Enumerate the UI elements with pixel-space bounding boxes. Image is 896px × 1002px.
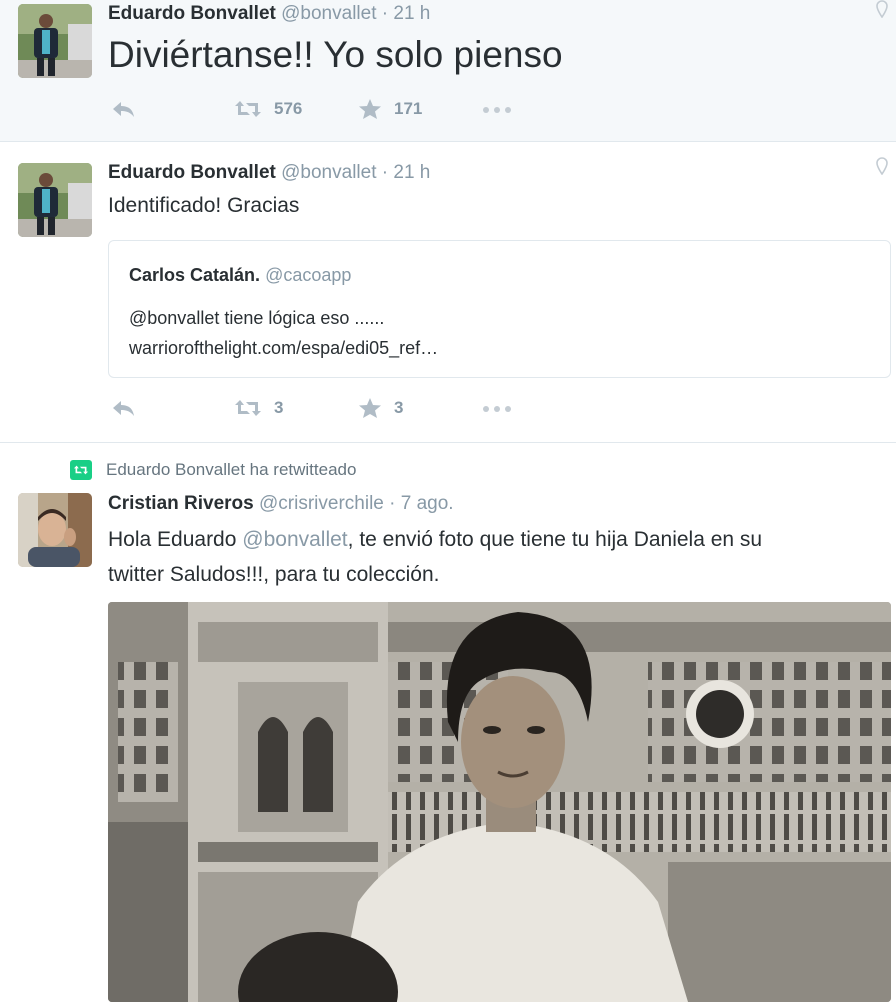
- text-segment: Hola Eduardo: [108, 528, 243, 551]
- quoted-header: Carlos Catalán. @cacoapp: [129, 265, 351, 286]
- retweet-count: 3: [274, 398, 284, 417]
- favorite-button[interactable]: 171: [358, 98, 422, 120]
- timestamp[interactable]: · 7 ago.: [389, 493, 453, 514]
- text-segment: , te envió foto que tiene tu hija Daniel…: [347, 528, 763, 551]
- tweet-text: Hola Eduardo @bonvallet, te envió foto q…: [108, 522, 762, 592]
- more-button[interactable]: [482, 106, 512, 114]
- tweet-2[interactable]: Eduardo Bonvallet @bonvallet · 21 h Iden…: [0, 143, 896, 443]
- tweet-text: Identificado! Gracias: [108, 194, 300, 217]
- favorite-count: 3: [394, 398, 404, 417]
- avatar[interactable]: [18, 4, 92, 78]
- more-icon: [483, 406, 511, 412]
- retweet-icon: [70, 460, 92, 480]
- quoted-author-handle: @cacoapp: [265, 265, 352, 285]
- geo-pin-icon[interactable]: [876, 0, 888, 18]
- author-handle[interactable]: @bonvallet: [281, 3, 376, 24]
- geo-pin-icon[interactable]: [876, 157, 888, 175]
- quoted-text: @bonvallet tiene lógica eso ...... warri…: [129, 303, 438, 363]
- reply-icon: [113, 401, 134, 416]
- reply-icon: [113, 102, 134, 117]
- tweet-header: Eduardo Bonvallet @bonvallet · 21 h: [108, 3, 430, 25]
- retweeted-by-text[interactable]: Eduardo Bonvallet ha retwitteado: [106, 460, 356, 480]
- tweet-actions: 3 3: [108, 397, 528, 425]
- quoted-text-line-1: @bonvallet tiene lógica eso ......: [129, 308, 385, 328]
- tweet-3[interactable]: Eduardo Bonvallet ha retwitteado Cristia…: [0, 444, 896, 1002]
- author-name[interactable]: Eduardo Bonvallet: [108, 162, 276, 183]
- quoted-tweet[interactable]: Carlos Catalán. @cacoapp @bonvallet tien…: [108, 240, 891, 378]
- tweet-header: Eduardo Bonvallet @bonvallet · 21 h: [108, 162, 430, 184]
- author-handle[interactable]: @bonvallet: [281, 162, 376, 183]
- author-handle[interactable]: @crisriverchile: [259, 493, 384, 514]
- quoted-author-name: Carlos Catalán.: [129, 265, 261, 285]
- retweet-count: 576: [274, 99, 303, 118]
- quoted-link[interactable]: warriorofthelight.com/espa/edi05_ref…: [129, 333, 438, 363]
- avatar[interactable]: [18, 163, 92, 237]
- reply-button[interactable]: [110, 397, 136, 419]
- tweet-text-line-1: Hola Eduardo @bonvallet, te envió foto q…: [108, 522, 762, 557]
- retweet-icon: [235, 400, 261, 416]
- attached-photo[interactable]: [108, 602, 891, 1002]
- favorite-icon: [359, 398, 381, 418]
- tweet-1[interactable]: Eduardo Bonvallet @bonvallet · 21 h Divi…: [0, 0, 896, 142]
- author-name[interactable]: Cristian Riveros: [108, 493, 254, 514]
- tweet-text-line-2: twitter Saludos!!!, para tu colección.: [108, 563, 440, 586]
- tweet-text: Diviértanse!! Yo solo pienso: [108, 34, 563, 75]
- retweet-icon: [235, 101, 261, 117]
- avatar[interactable]: [18, 493, 92, 567]
- mention-link[interactable]: @bonvallet: [242, 528, 347, 551]
- photo-image: [108, 602, 891, 1002]
- retweet-context: Eduardo Bonvallet ha retwitteado: [70, 460, 356, 480]
- retweet-button[interactable]: 576: [234, 98, 302, 120]
- timestamp[interactable]: · 21 h: [382, 162, 431, 183]
- timestamp[interactable]: · 21 h: [382, 3, 431, 24]
- more-button[interactable]: [482, 405, 512, 413]
- retweet-button[interactable]: 3: [234, 397, 283, 419]
- tweet-header: Cristian Riveros @crisriverchile · 7 ago…: [108, 493, 454, 515]
- tweet-actions: 576 171: [108, 98, 528, 126]
- favorite-button[interactable]: 3: [358, 397, 403, 419]
- author-name[interactable]: Eduardo Bonvallet: [108, 3, 276, 24]
- favorite-icon: [359, 99, 381, 119]
- favorite-count: 171: [394, 99, 423, 118]
- more-icon: [483, 107, 511, 113]
- reply-button[interactable]: [110, 98, 136, 120]
